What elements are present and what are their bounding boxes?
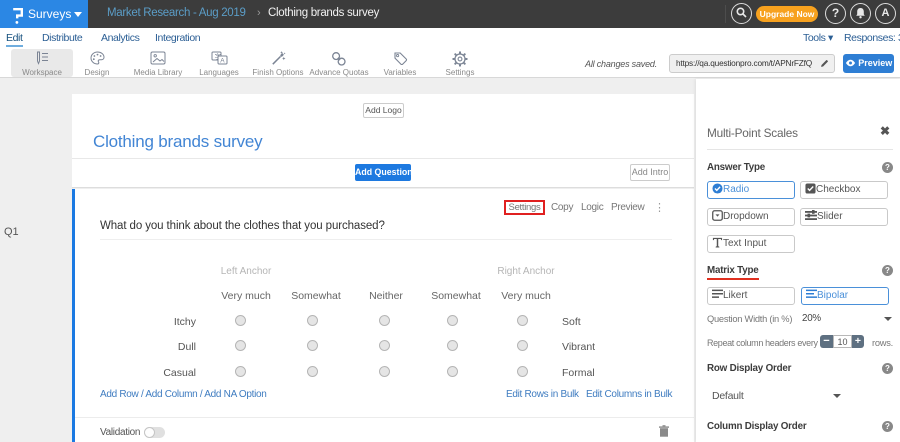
svg-text:A: A bbox=[220, 58, 225, 65]
